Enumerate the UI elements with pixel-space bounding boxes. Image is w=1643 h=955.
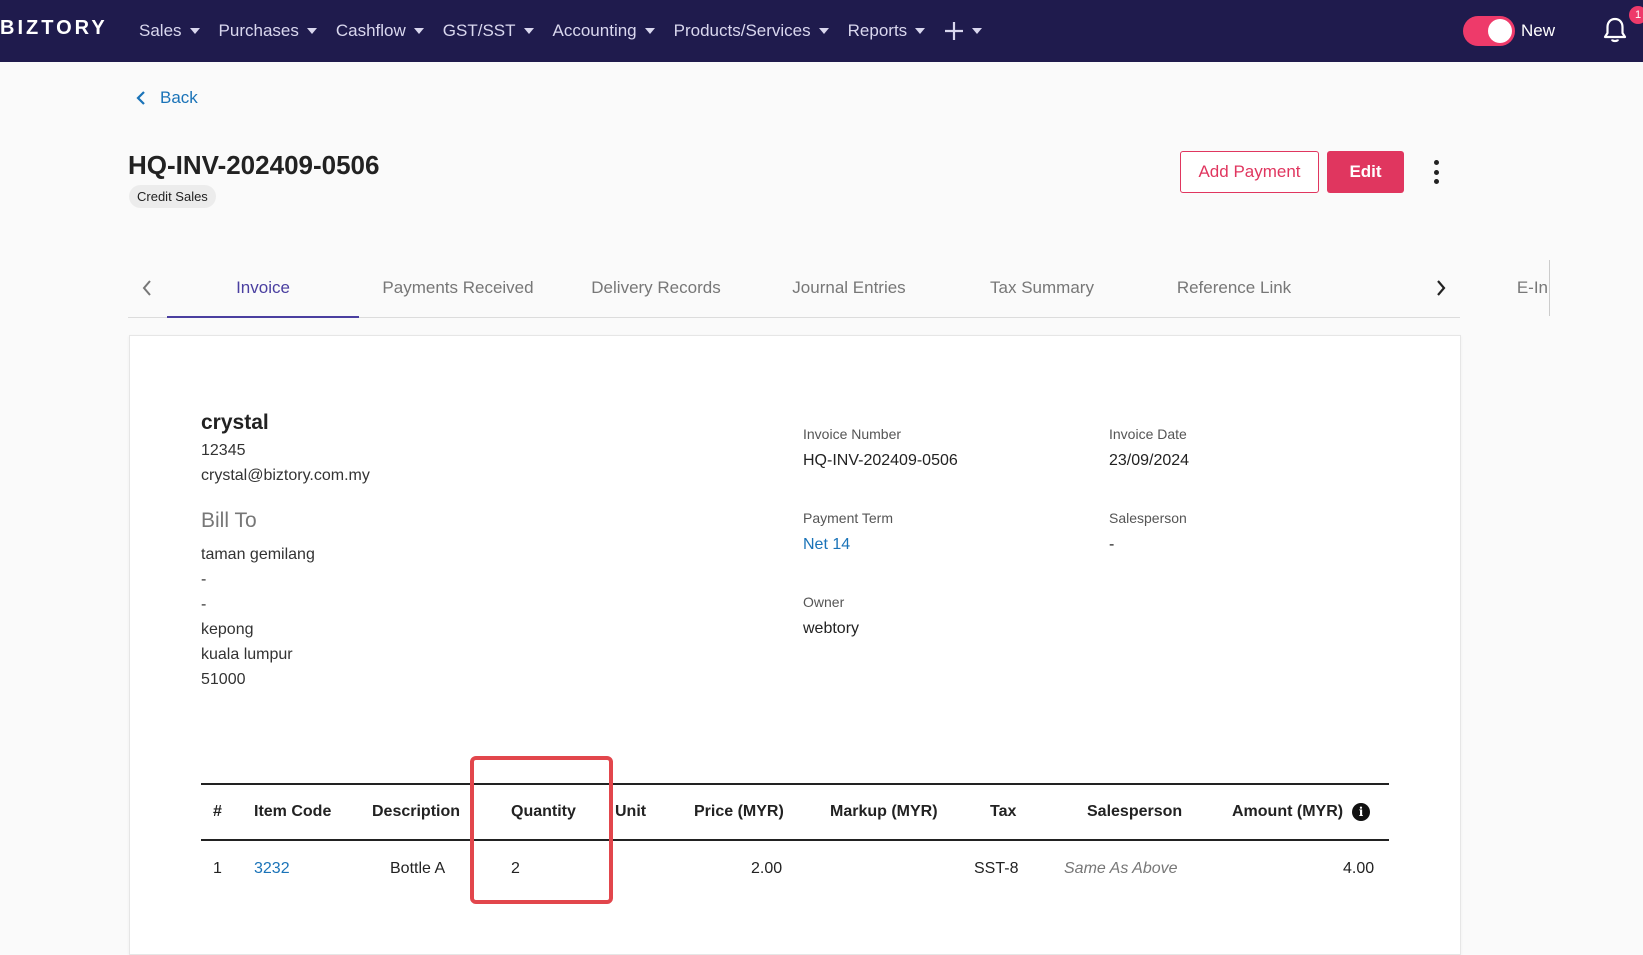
payment-term-link[interactable]: Net 14	[803, 536, 850, 554]
more-options-icon[interactable]	[1428, 160, 1444, 184]
table-header-rule	[201, 839, 1389, 841]
column-header: Markup (MYR)	[830, 803, 938, 820]
column-header: Tax	[990, 803, 1017, 820]
caret-down-icon	[644, 28, 655, 34]
address-line: taman gemilang	[201, 546, 315, 563]
menu-label: Cashflow	[335, 21, 406, 40]
owner-value: webtory	[803, 620, 860, 637]
column-header: Salesperson	[1087, 803, 1183, 820]
menu-label: Reports	[847, 21, 908, 40]
customer-name: crystal	[201, 411, 269, 434]
back-label: Back	[160, 88, 198, 107]
menu-sales[interactable]: Sales	[139, 21, 200, 41]
tab-reference-link[interactable]: Reference Link	[1149, 260, 1319, 318]
column-header: Item Code	[254, 803, 332, 820]
item-code-link[interactable]: 3232	[254, 860, 290, 878]
bell-icon[interactable]	[1602, 16, 1628, 44]
address-line: 51000	[201, 671, 246, 688]
tab-tax-summary[interactable]: Tax Summary	[957, 260, 1127, 318]
address-line: kuala lumpur	[201, 646, 293, 663]
item-salesperson: Same As Above	[1064, 860, 1178, 877]
page-title: HQ-INV-202409-0506	[128, 150, 380, 180]
payment-term-label: Payment Term	[803, 510, 893, 526]
chevron-left-icon[interactable]	[141, 278, 153, 298]
menu-cashflow[interactable]: Cashflow	[336, 21, 424, 41]
main-menu: Sales Purchases Cashflow GST/SST Account…	[139, 0, 1001, 62]
new-ui-toggle[interactable]: New	[1463, 16, 1555, 46]
table-top-rule	[201, 783, 1389, 785]
menu-quick-add[interactable]	[944, 21, 983, 41]
invoice-number-label: Invoice Number	[803, 426, 902, 442]
tab-invoice[interactable]: Invoice	[167, 260, 359, 318]
info-icon[interactable]: i	[1352, 803, 1370, 821]
add-payment-button[interactable]: Add Payment	[1180, 151, 1319, 193]
salesperson-value: -	[1109, 536, 1115, 553]
caret-down-icon	[915, 28, 926, 34]
menu-label: Accounting	[552, 21, 637, 40]
chevron-right-icon[interactable]	[1435, 278, 1447, 298]
address-line: -	[201, 596, 207, 613]
tab-e-invoice[interactable]: E-In	[1393, 260, 1548, 318]
column-header: Price (MYR)	[694, 803, 784, 820]
back-link[interactable]: Back	[136, 88, 198, 108]
caret-down-icon	[413, 28, 424, 34]
item-price: 2.00	[751, 860, 783, 877]
menu-accounting[interactable]: Accounting	[553, 21, 655, 41]
owner-label: Owner	[803, 594, 845, 610]
salesperson-label: Salesperson	[1109, 510, 1187, 526]
menu-label: GST/SST	[442, 21, 516, 40]
column-header: Unit	[615, 803, 647, 820]
menu-products-services[interactable]: Products/Services	[674, 21, 829, 41]
row-number: 1	[213, 860, 222, 877]
tab-delivery-records[interactable]: Delivery Records	[571, 260, 741, 318]
item-tax: SST-8	[974, 860, 1019, 877]
customer-email: crystal@biztory.com.my	[201, 467, 370, 484]
caret-down-icon	[972, 28, 983, 34]
invoice-date-label: Invoice Date	[1109, 426, 1187, 442]
caret-down-icon	[306, 28, 317, 34]
address-line: -	[201, 571, 207, 588]
top-navbar: BIZTORY Sales Purchases Cashflow GST/SST…	[0, 0, 1643, 62]
address-line: kepong	[201, 621, 254, 638]
menu-label: Purchases	[218, 21, 299, 40]
customer-phone: 12345	[201, 442, 246, 459]
tab-bar: Invoice Payments Received Delivery Recor…	[128, 260, 1550, 318]
toggle-switch[interactable]	[1463, 16, 1515, 46]
menu-label: Sales	[139, 21, 182, 40]
item-description: Bottle A	[390, 860, 446, 877]
menu-reports[interactable]: Reports	[848, 21, 926, 41]
menu-purchases[interactable]: Purchases	[219, 21, 317, 41]
caret-down-icon	[189, 28, 200, 34]
invoice-number-value: HQ-INV-202409-0506	[803, 452, 958, 469]
notification-badge: 1	[1629, 6, 1643, 24]
menu-gst-sst[interactable]: GST/SST	[443, 21, 534, 41]
status-badge: Credit Sales	[129, 185, 216, 208]
menu-label: Products/Services	[673, 21, 811, 40]
edit-button[interactable]: Edit	[1327, 151, 1404, 193]
caret-down-icon	[818, 28, 829, 34]
tab-divider	[1549, 260, 1550, 316]
tab-payments-received[interactable]: Payments Received	[373, 260, 543, 318]
chevron-left-icon	[136, 91, 145, 105]
quantity-highlight-box	[470, 756, 613, 904]
plus-icon	[945, 22, 964, 40]
item-amount: 4.00	[1343, 860, 1375, 877]
caret-down-icon	[523, 28, 534, 34]
column-header: Description	[372, 803, 461, 820]
column-header: #	[213, 803, 222, 820]
toggle-knob	[1488, 19, 1512, 43]
invoice-date-value: 23/09/2024	[1109, 452, 1190, 469]
brand-logo[interactable]: BIZTORY	[0, 17, 108, 40]
column-header: Amount (MYR)	[1232, 803, 1344, 820]
tab-journal-entries[interactable]: Journal Entries	[764, 260, 934, 318]
invoice-card	[129, 335, 1461, 955]
toggle-label: New	[1521, 21, 1556, 40]
bill-to-heading: Bill To	[201, 509, 257, 532]
